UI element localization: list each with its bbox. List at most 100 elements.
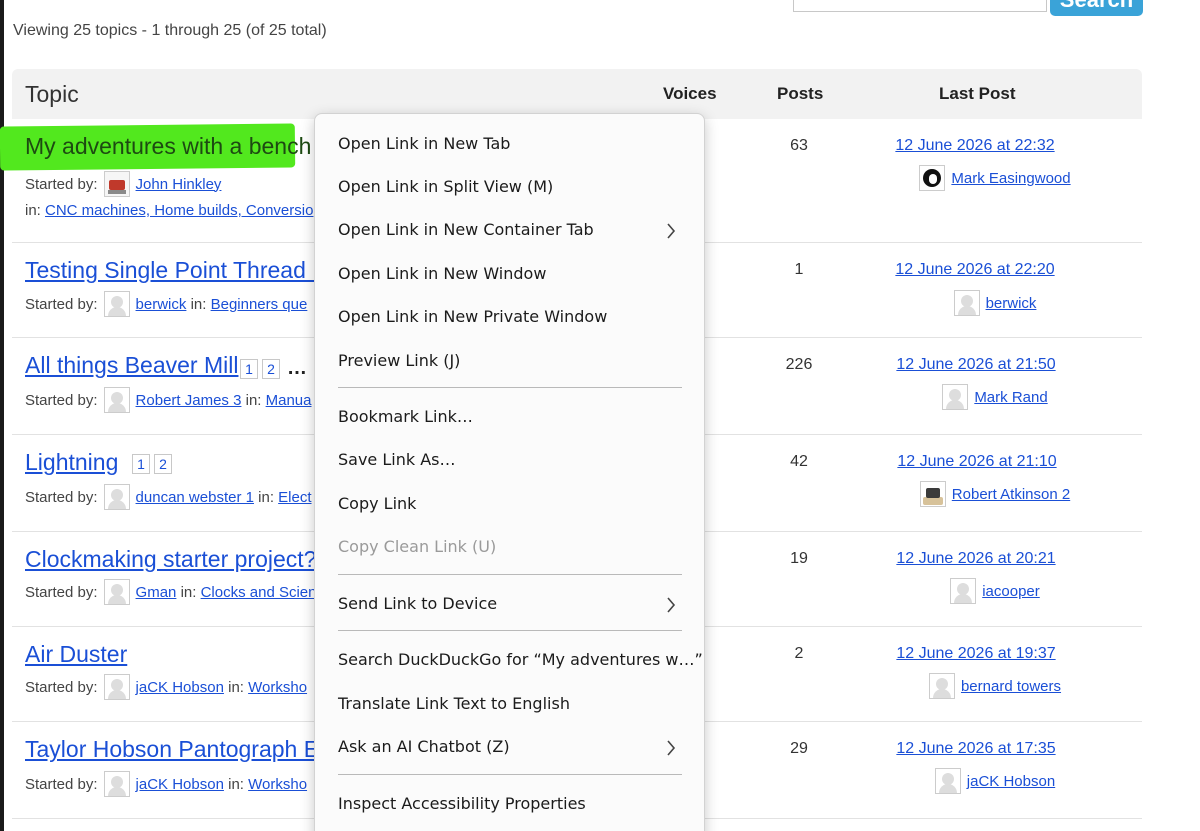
menu-open-private-window[interactable]: Open Link in New Private Window xyxy=(338,297,682,337)
last-post-date-link[interactable]: 12 June 2026 at 19:37 xyxy=(896,645,1056,663)
posts-count: 63 xyxy=(790,137,808,154)
topic-title-link[interactable]: Taylor Hobson Pantograph Er xyxy=(25,736,327,763)
last-user-avatar[interactable] xyxy=(942,384,969,410)
author-avatar[interactable] xyxy=(103,771,130,797)
last-user-avatar[interactable] xyxy=(934,768,961,794)
forum-link[interactable]: Elect xyxy=(278,489,311,506)
author-avatar[interactable] xyxy=(103,387,130,413)
menu-item-label: Open Link in New Tab xyxy=(338,134,511,153)
last-user-avatar[interactable] xyxy=(928,673,955,699)
last-post-date-link[interactable]: 12 June 2026 at 21:10 xyxy=(897,453,1057,471)
author-avatar[interactable] xyxy=(103,579,130,605)
forum-link[interactable]: Clocks and Scien xyxy=(201,584,317,601)
author-link[interactable]: duncan webster 1 xyxy=(136,489,254,506)
last-user-link[interactable]: bernard towers xyxy=(961,678,1061,695)
forum-link[interactable]: CNC machines, Home builds, Conversio xyxy=(45,202,313,219)
forum-link[interactable]: Worksho xyxy=(248,679,307,696)
header-posts: Posts xyxy=(777,84,824,103)
page-link[interactable]: 2 xyxy=(262,358,280,379)
author-avatar[interactable] xyxy=(103,674,130,700)
started-by-label: Started by: xyxy=(25,175,98,193)
menu-open-split-view[interactable]: Open Link in Split View (M) xyxy=(338,167,682,207)
chevron-right-icon xyxy=(666,584,676,613)
menu-inspect-accessibility[interactable]: Inspect Accessibility Properties xyxy=(338,784,682,824)
posts-count: 29 xyxy=(790,740,808,757)
left-border xyxy=(0,0,4,831)
menu-save-link-as[interactable]: Save Link As… xyxy=(338,440,682,480)
author-link[interactable]: jaCK Hobson xyxy=(136,776,224,793)
menu-item-label: Open Link in New Container Tab xyxy=(338,220,594,239)
last-user-link[interactable]: iacooper xyxy=(982,583,1040,600)
menu-ask-ai-chatbot[interactable]: Ask an AI Chatbot (Z) xyxy=(338,727,682,767)
last-user-link[interactable]: Robert Atkinson 2 xyxy=(952,486,1070,503)
last-post-date-link[interactable]: 12 June 2026 at 21:50 xyxy=(896,356,1056,374)
menu-separator xyxy=(338,387,682,388)
last-post-date-link[interactable]: 12 June 2026 at 22:20 xyxy=(895,261,1055,279)
menu-open-new-tab[interactable]: Open Link in New Tab xyxy=(338,124,682,164)
last-user-link[interactable]: Mark Rand xyxy=(974,389,1047,406)
header-topic: Topic xyxy=(25,81,79,107)
menu-separator xyxy=(338,774,682,775)
menu-item-label: Translate Link Text to English xyxy=(338,694,570,713)
page-link[interactable]: 1 xyxy=(240,358,258,379)
menu-item-label: Inspect Accessibility Properties xyxy=(338,794,586,813)
menu-bookmark-link[interactable]: Bookmark Link… xyxy=(338,397,682,437)
forum-link[interactable]: Manua xyxy=(266,392,312,409)
header-last-post: Last Post xyxy=(939,84,1016,103)
in-label: in: xyxy=(190,295,207,313)
menu-copy-link[interactable]: Copy Link xyxy=(338,484,682,524)
started-by-label: Started by: xyxy=(25,775,98,793)
last-post-date-link[interactable]: 12 June 2026 at 22:32 xyxy=(895,137,1055,155)
page-link[interactable]: 1 xyxy=(132,454,150,474)
last-user-avatar[interactable] xyxy=(950,578,977,604)
last-user-avatar[interactable] xyxy=(919,165,946,191)
menu-translate-link-text[interactable]: Translate Link Text to English xyxy=(338,684,682,724)
forum-link[interactable]: Worksho xyxy=(248,776,307,793)
last-post-date-link[interactable]: 12 June 2026 at 20:21 xyxy=(896,550,1056,568)
menu-send-link-to-device[interactable]: Send Link to Device xyxy=(338,584,682,624)
menu-open-container-tab[interactable]: Open Link in New Container Tab xyxy=(338,210,682,250)
author-link[interactable]: berwick xyxy=(136,296,187,313)
topic-title-link[interactable]: All things Beaver Mill xyxy=(25,352,238,379)
author-link[interactable]: jaCK Hobson xyxy=(136,679,224,696)
forum-link[interactable]: Beginners que xyxy=(211,296,308,313)
header-voices: Voices xyxy=(663,84,717,103)
menu-item-label: Send Link to Device xyxy=(338,594,498,613)
topic-title-link[interactable]: Lightning xyxy=(25,449,118,476)
menu-search-duckduckgo[interactable]: Search DuckDuckGo for “My adventures w…” xyxy=(338,640,703,680)
in-label: in: xyxy=(245,391,262,409)
author-avatar[interactable] xyxy=(103,291,130,317)
in-label: in: xyxy=(180,583,197,601)
menu-item-label: Open Link in New Private Window xyxy=(338,307,608,326)
in-label: in: xyxy=(228,678,244,696)
author-link[interactable]: Gman xyxy=(136,584,177,601)
page-link[interactable]: 2 xyxy=(154,454,172,474)
table-header: Topic Voices Posts Last Post xyxy=(12,69,1142,119)
chevron-right-icon xyxy=(666,727,676,756)
last-user-link[interactable]: Mark Easingwood xyxy=(951,170,1070,187)
menu-preview-link[interactable]: Preview Link (J) xyxy=(338,341,682,381)
viewing-count: Viewing 25 topics - 1 through 25 (of 25 … xyxy=(13,22,327,39)
started-by-label: Started by: xyxy=(25,583,98,601)
posts-count: 2 xyxy=(794,645,804,662)
last-user-link[interactable]: berwick xyxy=(986,295,1037,312)
posts-count: 226 xyxy=(785,356,813,373)
topic-title-link[interactable]: Clockmaking starter project? xyxy=(25,546,316,573)
last-post-date-link[interactable]: 12 June 2026 at 17:35 xyxy=(896,740,1056,758)
started-by-label: Started by: xyxy=(25,295,98,313)
author-avatar[interactable] xyxy=(103,171,130,197)
search-button[interactable]: Search xyxy=(1050,0,1143,16)
author-avatar[interactable] xyxy=(103,484,130,510)
menu-item-label: Search DuckDuckGo for “My adventures w…” xyxy=(338,650,703,669)
author-link[interactable]: John Hinkley xyxy=(136,176,222,193)
author-link[interactable]: Robert James 3 xyxy=(136,392,242,409)
last-user-avatar[interactable] xyxy=(953,290,980,316)
topic-title-link[interactable]: My adventures with a bench t xyxy=(25,133,324,160)
topic-title-link[interactable]: Testing Single Point Thread F xyxy=(25,257,326,284)
search-input[interactable] xyxy=(793,0,1047,12)
last-user-link[interactable]: jaCK Hobson xyxy=(967,773,1055,790)
menu-open-new-window[interactable]: Open Link in New Window xyxy=(338,254,682,294)
last-user-avatar[interactable] xyxy=(919,481,946,507)
topic-title-link[interactable]: Air Duster xyxy=(25,641,127,668)
menu-item-label: Copy Clean Link (U) xyxy=(338,537,497,556)
